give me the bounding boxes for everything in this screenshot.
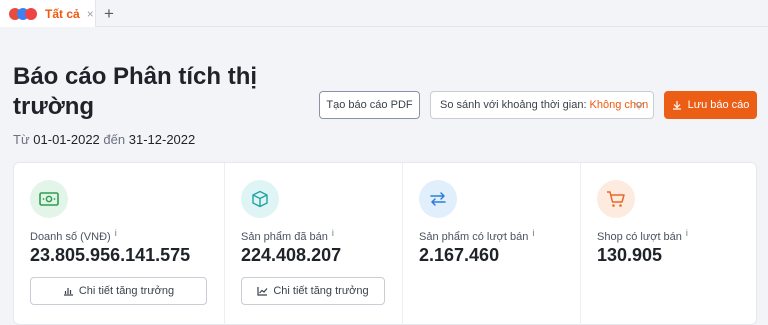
growth-detail-button[interactable]: Chi tiết tăng trưởng [30, 277, 207, 305]
stat-value: 224.408.207 [241, 245, 342, 265]
date-to-label: đến [103, 132, 126, 147]
add-tab-button[interactable]: + [98, 0, 120, 27]
stats-panel: Doanh số (VNĐ) i 23.805.956.141.575 Chi t… [13, 162, 757, 325]
stat-label: Sản phẩm đã bán i [241, 228, 334, 243]
stat-card-revenue: Doanh số (VNĐ) i 23.805.956.141.575 Chi t… [14, 163, 224, 325]
tab-bar: Tất cả × + [0, 0, 768, 27]
info-icon[interactable]: i [532, 228, 534, 238]
stat-label: Doanh số (VNĐ) i [30, 228, 117, 243]
tab-all[interactable]: Tất cả × [0, 0, 96, 27]
date-from: 01-01-2022 [33, 132, 100, 147]
compare-period-select[interactable]: So sánh với khoảng thời gian: Không chọn [430, 91, 654, 119]
stat-card-products-with-sales: Sản phẩm có lượt bán i 2.167.460 [402, 163, 580, 325]
stat-card-products-sold: Sản phẩm đã bán i 224.408.207 Chi tiết tă… [224, 163, 402, 325]
app-logo-icon [9, 7, 41, 21]
stat-value: 2.167.460 [419, 245, 500, 265]
money-icon [30, 180, 68, 218]
stat-label: Shop có lượt bán i [597, 228, 688, 243]
info-icon[interactable]: i [686, 228, 688, 238]
download-icon [672, 101, 681, 110]
bar-chart-icon [63, 288, 73, 296]
page-title: Báo cáo Phân tích thị trường [13, 63, 258, 120]
compare-label: So sánh với khoảng thời gian: [440, 99, 587, 111]
growth-detail-button[interactable]: Chi tiết tăng trưởng [241, 277, 385, 305]
chevron-down-icon [634, 98, 644, 115]
growth-detail-label: Chi tiết tăng trưởng [273, 285, 369, 297]
transfer-icon [419, 180, 457, 218]
date-to: 31-12-2022 [128, 132, 196, 147]
info-icon[interactable]: i [115, 228, 117, 238]
stat-card-shops-with-sales: Shop có lượt bán i 130.905 [580, 163, 756, 325]
save-report-label: Lưu báo cáo [687, 99, 750, 111]
save-report-button[interactable]: Lưu báo cáo [664, 91, 757, 119]
info-icon[interactable]: i [332, 228, 334, 238]
stat-label: Sản phẩm có lượt bán i [419, 228, 535, 243]
stat-value: 130.905 [597, 245, 663, 265]
stat-value: 23.805.956.141.575 [30, 245, 191, 265]
growth-detail-label: Chi tiết tăng trưởng [78, 285, 175, 297]
box-icon [241, 180, 279, 218]
create-pdf-button[interactable]: Tạo báo cáo PDF [319, 91, 420, 119]
tab-label: Tất cả [45, 6, 80, 21]
date-from-label: Từ [13, 132, 30, 147]
close-icon[interactable]: × [87, 7, 94, 21]
date-range: Từ 01-01-2022 đến 31-12-2022 [13, 132, 195, 147]
cart-icon [597, 180, 635, 218]
line-chart-icon [257, 287, 268, 296]
